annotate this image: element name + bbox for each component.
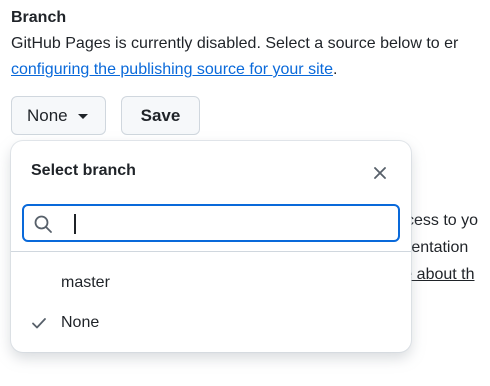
section-description: GitHub Pages is currently disabled. Sele…: [11, 35, 458, 53]
github-pages-settings: Branch GitHub Pages is currently disable…: [0, 0, 490, 386]
menu-divider: [11, 251, 411, 252]
close-button[interactable]: [368, 161, 392, 185]
search-icon: [34, 215, 52, 233]
close-icon: [374, 167, 386, 179]
option-label: master: [61, 274, 110, 291]
branch-select-button[interactable]: None: [11, 96, 106, 135]
branch-select-menu: Select branch master None: [11, 141, 411, 352]
branch-button-label: None: [27, 105, 68, 125]
description-line-2: configuring the publishing source for yo…: [11, 61, 337, 79]
option-none[interactable]: None: [19, 305, 403, 341]
option-master[interactable]: master: [19, 265, 403, 301]
option-check-slot: [19, 315, 49, 331]
option-label: None: [61, 314, 100, 331]
publishing-source-link[interactable]: configuring the publishing source for yo…: [11, 61, 333, 78]
description-text: GitHub Pages is currently disabled. Sele…: [11, 35, 459, 52]
section-heading: Branch: [11, 9, 67, 26]
save-button[interactable]: Save: [121, 96, 200, 135]
check-icon: [32, 318, 46, 329]
branch-search-input[interactable]: [62, 209, 392, 237]
branch-search-field[interactable]: [22, 204, 400, 242]
save-button-label: Save: [140, 105, 181, 125]
link-suffix: .: [332, 61, 338, 78]
caret-down-icon: [77, 114, 88, 119]
menu-title: Select branch: [31, 162, 136, 179]
